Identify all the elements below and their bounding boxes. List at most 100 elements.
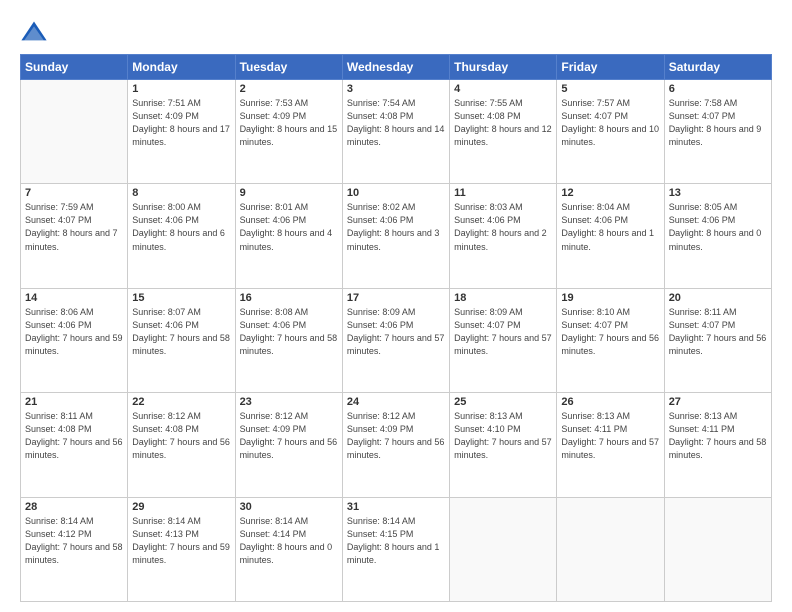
day-info: Sunrise: 7:53 AMSunset: 4:09 PMDaylight:… [240, 97, 338, 149]
day-number: 25 [454, 396, 552, 408]
day-cell: 14Sunrise: 8:06 AMSunset: 4:06 PMDayligh… [21, 288, 128, 392]
day-info: Sunrise: 7:59 AMSunset: 4:07 PMDaylight:… [25, 201, 123, 253]
weekday-header-friday: Friday [557, 55, 664, 80]
day-number: 31 [347, 501, 445, 513]
day-number: 1 [132, 83, 230, 95]
day-info: Sunrise: 8:13 AMSunset: 4:11 PMDaylight:… [669, 410, 767, 462]
day-cell [664, 497, 771, 601]
day-cell: 4 Sunrise: 7:55 AMSunset: 4:08 PMDaylight… [450, 80, 557, 184]
day-number: 18 [454, 292, 552, 304]
week-row-5: 28 Sunrise: 8:14 AMSunset: 4:12 PMDayligh… [21, 497, 772, 601]
page: SundayMondayTuesdayWednesdayThursdayFrid… [0, 0, 792, 612]
day-number: 16 [240, 292, 338, 304]
day-cell: 25 Sunrise: 8:13 AMSunset: 4:10 PMDayligh… [450, 393, 557, 497]
day-number: 2 [240, 83, 338, 95]
day-info: Sunrise: 8:07 AMSunset: 4:06 PMDaylight:… [132, 306, 230, 358]
day-info: Sunrise: 8:00 AMSunset: 4:06 PMDaylight:… [132, 201, 230, 253]
day-info: Sunrise: 8:12 AMSunset: 4:09 PMDaylight:… [240, 410, 338, 462]
day-number: 22 [132, 396, 230, 408]
day-number: 24 [347, 396, 445, 408]
day-info: Sunrise: 8:05 AMSunset: 4:06 PMDaylight:… [669, 201, 767, 253]
day-info: Sunrise: 8:11 AMSunset: 4:07 PMDaylight:… [669, 306, 767, 358]
weekday-header-thursday: Thursday [450, 55, 557, 80]
day-info: Sunrise: 8:12 AMSunset: 4:08 PMDaylight:… [132, 410, 230, 462]
day-cell: 27 Sunrise: 8:13 AMSunset: 4:11 PMDayligh… [664, 393, 771, 497]
day-info: Sunrise: 7:57 AMSunset: 4:07 PMDaylight:… [561, 97, 659, 149]
day-number: 21 [25, 396, 123, 408]
day-cell: 13 Sunrise: 8:05 AMSunset: 4:06 PMDayligh… [664, 184, 771, 288]
weekday-header-tuesday: Tuesday [235, 55, 342, 80]
day-cell: 9 Sunrise: 8:01 AMSunset: 4:06 PMDaylight… [235, 184, 342, 288]
day-cell: 21 Sunrise: 8:11 AMSunset: 4:08 PMDayligh… [21, 393, 128, 497]
day-number: 6 [669, 83, 767, 95]
day-cell: 30Sunrise: 8:14 AMSunset: 4:14 PMDayligh… [235, 497, 342, 601]
day-info: Sunrise: 7:55 AMSunset: 4:08 PMDaylight:… [454, 97, 552, 149]
day-cell: 12 Sunrise: 8:04 AMSunset: 4:06 PMDayligh… [557, 184, 664, 288]
day-cell: 19 Sunrise: 8:10 AMSunset: 4:07 PMDayligh… [557, 288, 664, 392]
day-info: Sunrise: 7:58 AMSunset: 4:07 PMDaylight:… [669, 97, 767, 149]
day-number: 27 [669, 396, 767, 408]
day-number: 26 [561, 396, 659, 408]
day-info: Sunrise: 7:54 AMSunset: 4:08 PMDaylight:… [347, 97, 445, 149]
day-info: Sunrise: 8:04 AMSunset: 4:06 PMDaylight:… [561, 201, 659, 253]
day-number: 4 [454, 83, 552, 95]
week-row-2: 7 Sunrise: 7:59 AMSunset: 4:07 PMDaylight… [21, 184, 772, 288]
day-info: Sunrise: 8:01 AMSunset: 4:06 PMDaylight:… [240, 201, 338, 253]
day-cell: 29 Sunrise: 8:14 AMSunset: 4:13 PMDayligh… [128, 497, 235, 601]
day-number: 9 [240, 187, 338, 199]
day-cell: 28 Sunrise: 8:14 AMSunset: 4:12 PMDayligh… [21, 497, 128, 601]
day-number: 15 [132, 292, 230, 304]
week-row-4: 21 Sunrise: 8:11 AMSunset: 4:08 PMDayligh… [21, 393, 772, 497]
day-cell: 11Sunrise: 8:03 AMSunset: 4:06 PMDayligh… [450, 184, 557, 288]
day-info: Sunrise: 7:51 AMSunset: 4:09 PMDaylight:… [132, 97, 230, 149]
day-cell [450, 497, 557, 601]
day-cell: 5Sunrise: 7:57 AMSunset: 4:07 PMDaylight… [557, 80, 664, 184]
day-info: Sunrise: 8:14 AMSunset: 4:13 PMDaylight:… [132, 515, 230, 567]
day-cell: 10 Sunrise: 8:02 AMSunset: 4:06 PMDayligh… [342, 184, 449, 288]
day-number: 13 [669, 187, 767, 199]
calendar-table: SundayMondayTuesdayWednesdayThursdayFrid… [20, 54, 772, 602]
day-number: 29 [132, 501, 230, 513]
day-number: 17 [347, 292, 445, 304]
day-cell: 8 Sunrise: 8:00 AMSunset: 4:06 PMDaylight… [128, 184, 235, 288]
day-number: 3 [347, 83, 445, 95]
day-cell: 18 Sunrise: 8:09 AMSunset: 4:07 PMDayligh… [450, 288, 557, 392]
day-cell: 7 Sunrise: 7:59 AMSunset: 4:07 PMDaylight… [21, 184, 128, 288]
day-info: Sunrise: 8:12 AMSunset: 4:09 PMDaylight:… [347, 410, 445, 462]
day-info: Sunrise: 8:09 AMSunset: 4:06 PMDaylight:… [347, 306, 445, 358]
day-info: Sunrise: 8:14 AMSunset: 4:12 PMDaylight:… [25, 515, 123, 567]
day-number: 30 [240, 501, 338, 513]
day-cell: 2 Sunrise: 7:53 AMSunset: 4:09 PMDaylight… [235, 80, 342, 184]
week-row-3: 14Sunrise: 8:06 AMSunset: 4:06 PMDayligh… [21, 288, 772, 392]
day-info: Sunrise: 8:13 AMSunset: 4:11 PMDaylight:… [561, 410, 659, 462]
weekday-header-sunday: Sunday [21, 55, 128, 80]
day-cell: 20 Sunrise: 8:11 AMSunset: 4:07 PMDayligh… [664, 288, 771, 392]
day-cell: 24 Sunrise: 8:12 AMSunset: 4:09 PMDayligh… [342, 393, 449, 497]
day-cell: 6 Sunrise: 7:58 AMSunset: 4:07 PMDaylight… [664, 80, 771, 184]
weekday-header-saturday: Saturday [664, 55, 771, 80]
day-cell: 31 Sunrise: 8:14 AMSunset: 4:15 PMDayligh… [342, 497, 449, 601]
weekday-header-monday: Monday [128, 55, 235, 80]
week-row-1: 1 Sunrise: 7:51 AMSunset: 4:09 PMDaylight… [21, 80, 772, 184]
day-number: 8 [132, 187, 230, 199]
day-info: Sunrise: 8:10 AMSunset: 4:07 PMDaylight:… [561, 306, 659, 358]
day-number: 10 [347, 187, 445, 199]
day-number: 23 [240, 396, 338, 408]
day-number: 19 [561, 292, 659, 304]
day-info: Sunrise: 8:14 AMSunset: 4:15 PMDaylight:… [347, 515, 445, 567]
header [20, 18, 772, 46]
day-number: 28 [25, 501, 123, 513]
day-info: Sunrise: 8:11 AMSunset: 4:08 PMDaylight:… [25, 410, 123, 462]
day-cell: 23 Sunrise: 8:12 AMSunset: 4:09 PMDayligh… [235, 393, 342, 497]
day-cell: 1 Sunrise: 7:51 AMSunset: 4:09 PMDaylight… [128, 80, 235, 184]
day-info: Sunrise: 8:09 AMSunset: 4:07 PMDaylight:… [454, 306, 552, 358]
day-info: Sunrise: 8:13 AMSunset: 4:10 PMDaylight:… [454, 410, 552, 462]
day-cell: 17 Sunrise: 8:09 AMSunset: 4:06 PMDayligh… [342, 288, 449, 392]
day-number: 20 [669, 292, 767, 304]
day-number: 7 [25, 187, 123, 199]
logo-icon [20, 18, 48, 46]
day-number: 12 [561, 187, 659, 199]
day-info: Sunrise: 8:02 AMSunset: 4:06 PMDaylight:… [347, 201, 445, 253]
day-cell: 3 Sunrise: 7:54 AMSunset: 4:08 PMDaylight… [342, 80, 449, 184]
day-info: Sunrise: 8:03 AMSunset: 4:06 PMDaylight:… [454, 201, 552, 253]
